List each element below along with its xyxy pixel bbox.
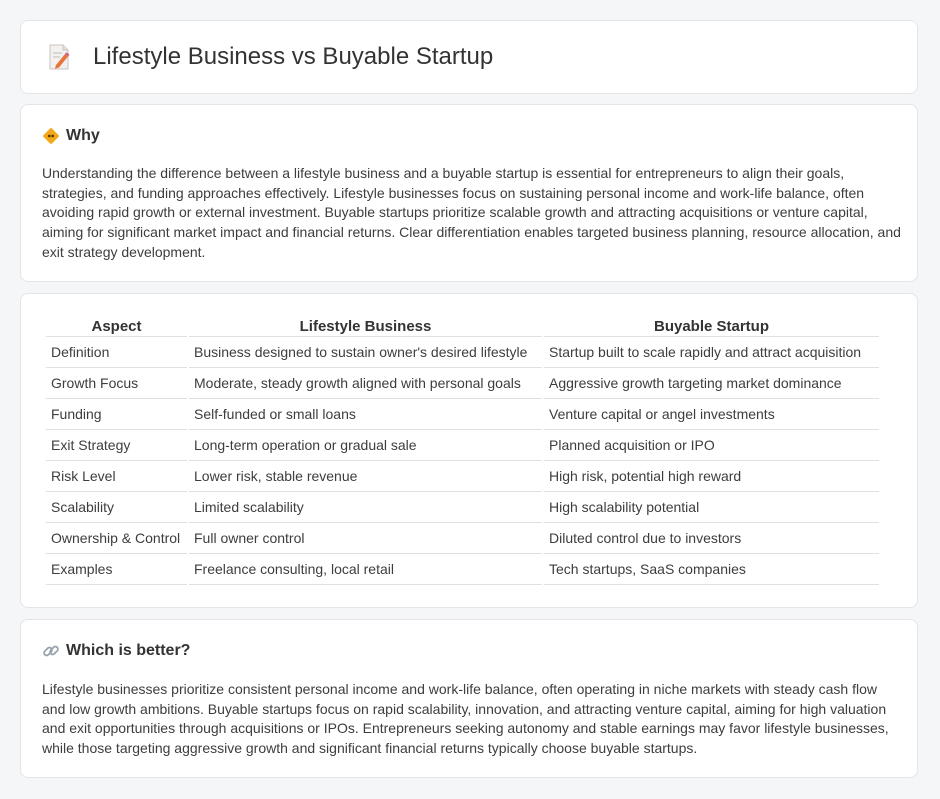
comparison-table: Aspect Lifestyle Business Buyable Startu… bbox=[44, 316, 881, 585]
table-cell: Venture capital or angel investments bbox=[544, 399, 879, 430]
table-header-row: Aspect Lifestyle Business Buyable Startu… bbox=[46, 316, 879, 337]
table-cell: High scalability potential bbox=[544, 492, 879, 523]
title-row: Lifestyle Business vs Buyable Startup bbox=[47, 43, 493, 71]
table-cell: Funding bbox=[46, 399, 187, 430]
table-cell: Lower risk, stable revenue bbox=[189, 461, 542, 492]
header-aspect: Aspect bbox=[46, 316, 187, 337]
why-heading-row: Why bbox=[42, 127, 100, 145]
table-cell: Definition bbox=[46, 337, 187, 368]
table-cell: Growth Focus bbox=[46, 368, 187, 399]
table-cell: Moderate, steady growth aligned with per… bbox=[189, 368, 542, 399]
table-cell: Tech startups, SaaS companies bbox=[544, 554, 879, 585]
why-body: Understanding the difference between a l… bbox=[42, 165, 901, 260]
table-row: Definition Business designed to sustain … bbox=[46, 337, 879, 368]
table-row: Exit Strategy Long-term operation or gra… bbox=[46, 430, 879, 461]
comparison-section: Aspect Lifestyle Business Buyable Startu… bbox=[20, 293, 918, 608]
better-body: Lifestyle businesses prioritize consiste… bbox=[42, 681, 889, 757]
table-cell: High risk, potential high reward bbox=[544, 461, 879, 492]
table-row: Growth Focus Moderate, steady growth ali… bbox=[46, 368, 879, 399]
table-cell: Self-funded or small loans bbox=[189, 399, 542, 430]
table-cell: Risk Level bbox=[46, 461, 187, 492]
table-row: Risk Level Lower risk, stable revenue Hi… bbox=[46, 461, 879, 492]
table-row: Examples Freelance consulting, local ret… bbox=[46, 554, 879, 585]
document-pencil-icon bbox=[49, 44, 70, 70]
which-is-better-section: Which is better? Lifestyle businesses pr… bbox=[20, 619, 918, 778]
better-heading-row: Which is better? bbox=[42, 642, 190, 660]
table-cell: Startup built to scale rapidly and attra… bbox=[544, 337, 879, 368]
table-cell: Limited scalability bbox=[189, 492, 542, 523]
table-cell: Scalability bbox=[46, 492, 187, 523]
why-heading: Why bbox=[66, 127, 100, 144]
header-buyable-startup: Buyable Startup bbox=[544, 316, 879, 337]
table-row: Funding Self-funded or small loans Ventu… bbox=[46, 399, 879, 430]
table-cell: Examples bbox=[46, 554, 187, 585]
table-cell: Planned acquisition or IPO bbox=[544, 430, 879, 461]
diamond-sign-icon bbox=[43, 128, 59, 144]
link-icon bbox=[43, 645, 59, 657]
why-section: Why Understanding the difference between… bbox=[20, 104, 918, 282]
table-row: Ownership & Control Full owner control D… bbox=[46, 523, 879, 554]
table-cell: Full owner control bbox=[189, 523, 542, 554]
page-title: Lifestyle Business vs Buyable Startup bbox=[93, 43, 494, 70]
table-cell: Ownership & Control bbox=[46, 523, 187, 554]
table-row: Scalability Limited scalability High sca… bbox=[46, 492, 879, 523]
table-cell: Exit Strategy bbox=[46, 430, 187, 461]
table-cell: Aggressive growth targeting market domin… bbox=[544, 368, 879, 399]
table-cell: Freelance consulting, local retail bbox=[189, 554, 542, 585]
table-cell: Diluted control due to investors bbox=[544, 523, 879, 554]
title-card: Lifestyle Business vs Buyable Startup bbox=[20, 20, 918, 94]
better-heading: Which is better? bbox=[66, 642, 191, 659]
table-cell: Long-term operation or gradual sale bbox=[189, 430, 542, 461]
table-cell: Business designed to sustain owner's des… bbox=[189, 337, 542, 368]
header-lifestyle-business: Lifestyle Business bbox=[189, 316, 542, 337]
